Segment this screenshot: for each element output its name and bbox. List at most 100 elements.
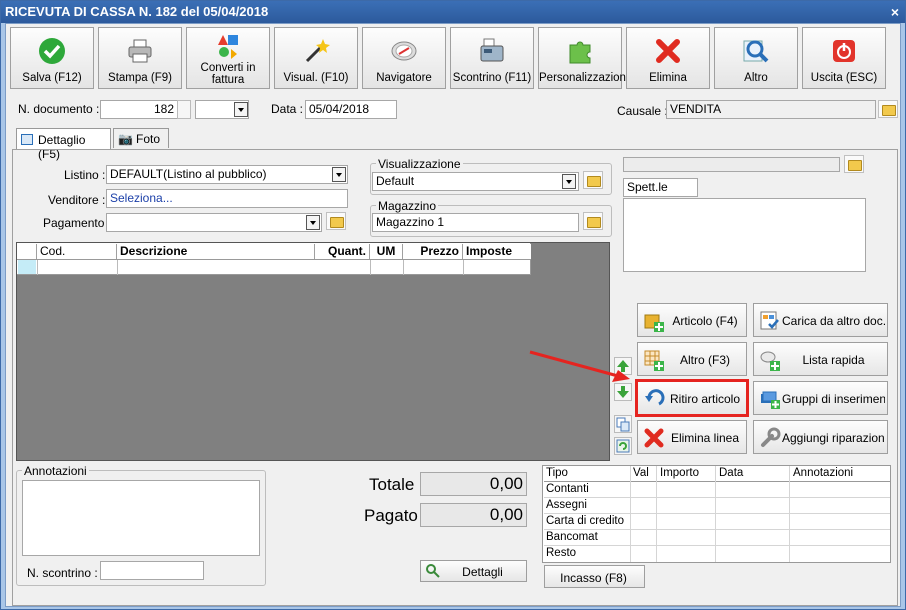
payment-cell[interactable] [716,530,790,546]
incasso-button[interactable]: Incasso (F8) [544,565,645,588]
scontrino-input[interactable] [100,561,204,580]
magazzino-folder-icon[interactable] [583,212,603,230]
refresh-line-button[interactable] [614,437,632,455]
payment-cell[interactable] [631,498,657,514]
payments-header: Tipo Val Importo Data Annotazioni [544,466,890,482]
print-button-label: Stampa (F9) [108,72,172,84]
payment-cell[interactable] [716,498,790,514]
venditore-label: Venditore : [48,193,106,207]
tab-dettaglio[interactable]: Dettaglio (F5) [16,128,111,161]
check-icon [39,38,65,64]
pagamento-folder-icon[interactable] [326,212,346,230]
column-quant[interactable]: Quant. [315,244,370,259]
client-address-textarea[interactable] [623,198,866,272]
column-importo[interactable]: Importo [657,466,716,482]
receipt-button-label: Scontrino (F11) [452,72,532,84]
payment-cell[interactable] [631,482,657,498]
column-um[interactable]: UM [370,244,403,259]
doc-number-input[interactable]: 182 [100,100,178,119]
receipt-button[interactable]: Scontrino (F11) [450,27,534,89]
add-article-button[interactable]: Articolo (F4) [637,303,747,337]
notes-textarea[interactable] [22,480,260,556]
add-repair-button[interactable]: Aggiungi riparazione [753,420,888,454]
client-search-input[interactable] [623,157,840,172]
payment-cell[interactable] [657,498,716,514]
copy-line-button[interactable] [614,415,632,433]
visualizzazione-chevron-down-icon[interactable] [562,174,576,189]
client-salutation-input[interactable]: Spett.le [623,178,698,197]
payment-cell[interactable] [657,514,716,530]
payment-cell[interactable] [631,546,657,562]
items-grid[interactable]: Cod. Descrizione Quant. UM Prezzo Impost… [16,242,610,461]
payment-cell[interactable] [657,482,716,498]
pagamento-chevron-down-icon[interactable] [306,215,320,230]
column-tipo[interactable]: Tipo [544,466,631,482]
navigator-button[interactable]: Navigatore [362,27,446,89]
payment-cell[interactable] [716,546,790,562]
printer-icon [128,39,152,63]
magic-wand-icon [305,39,330,63]
row-selector[interactable] [18,260,36,274]
insert-groups-button[interactable]: Gruppi di inserimento [753,381,888,415]
magazzino-title: Magazzino [376,199,439,213]
payments-table[interactable]: Tipo Val Importo Data Annotazioni Contan… [542,465,891,563]
magazzino-input[interactable]: Magazzino 1 [372,213,579,232]
payment-cell[interactable] [716,482,790,498]
column-cod[interactable]: Cod. [37,244,117,259]
main-content: Salva (F12) Stampa (F9) Converti in fatt… [5,23,901,607]
column-descrizione[interactable]: Descrizione [117,244,315,259]
title-bar: RICEVUTA DI CASSA N. 182 del 05/04/2018 … [1,1,905,23]
venditore-field[interactable]: Seleziona... [106,189,348,208]
payment-row-contanti[interactable]: Contanti [544,482,890,498]
doc-number-spin-button[interactable] [177,100,191,119]
causale-folder-icon[interactable] [878,100,898,118]
chevron-down-icon[interactable] [234,102,248,117]
exit-button[interactable]: Uscita (ESC) [802,27,886,89]
total-label: Totale [369,475,415,494]
date-input[interactable]: 05/04/2018 [305,100,397,119]
print-button[interactable]: Stampa (F9) [98,27,182,89]
payment-row-carta[interactable]: Carta di credito [544,514,890,530]
payment-cell[interactable] [631,530,657,546]
quick-list-button[interactable]: Lista rapida [753,342,888,376]
payment-cell[interactable] [716,514,790,530]
delete-button[interactable]: Elimina [626,27,710,89]
preview-button[interactable]: Visual. (F10) [274,27,358,89]
return-article-button[interactable]: Ritiro articolo [635,379,749,417]
visualizzazione-select[interactable]: Default [372,172,579,191]
delete-line-label: Elimina linea [670,431,740,445]
payment-row-bancomat[interactable]: Bancomat [544,530,890,546]
column-prezzo[interactable]: Prezzo [403,244,463,259]
payment-cell[interactable] [631,514,657,530]
more-button[interactable]: Altro [714,27,798,89]
navigator-button-label: Navigatore [376,72,432,84]
client-folder-icon[interactable] [844,155,864,173]
visualizzazione-folder-icon[interactable] [583,171,603,189]
load-from-doc-button[interactable]: Carica da altro doc. [753,303,888,337]
undo-arrow-icon [645,389,665,406]
paid-value: 0,00 [420,503,527,527]
preview-button-label: Visual. (F10) [283,72,349,84]
payment-row-resto[interactable]: Resto [544,546,890,562]
payment-cell[interactable] [657,546,716,562]
column-val[interactable]: Val [631,466,657,482]
column-imposte[interactable]: Imposte [463,244,531,259]
listino-chevron-down-icon[interactable] [332,167,346,182]
save-button[interactable]: Salva (F12) [10,27,94,89]
payment-row-assegni[interactable]: Assegni [544,498,890,514]
customizations-button[interactable]: Personalizzazioni [538,27,629,89]
delete-icon [656,39,680,63]
details-button[interactable]: Dettagli [420,560,527,582]
listino-select[interactable]: DEFAULT(Listino al pubblico) [106,165,348,184]
causale-input[interactable]: VENDITA [666,100,876,119]
load-from-doc-label: Carica da altro doc. [782,314,885,328]
tab-foto[interactable]: 📷 Foto [113,128,169,148]
delete-line-button[interactable]: Elimina linea [637,420,747,454]
pagamento-select[interactable] [106,213,322,232]
more-article-button[interactable]: Altro (F3) [637,342,747,376]
column-annotazioni[interactable]: Annotazioni [790,466,890,482]
convert-invoice-button[interactable]: Converti in fattura [186,27,270,89]
close-icon[interactable]: × [891,1,899,23]
column-data[interactable]: Data [716,466,790,482]
payment-cell[interactable] [657,530,716,546]
